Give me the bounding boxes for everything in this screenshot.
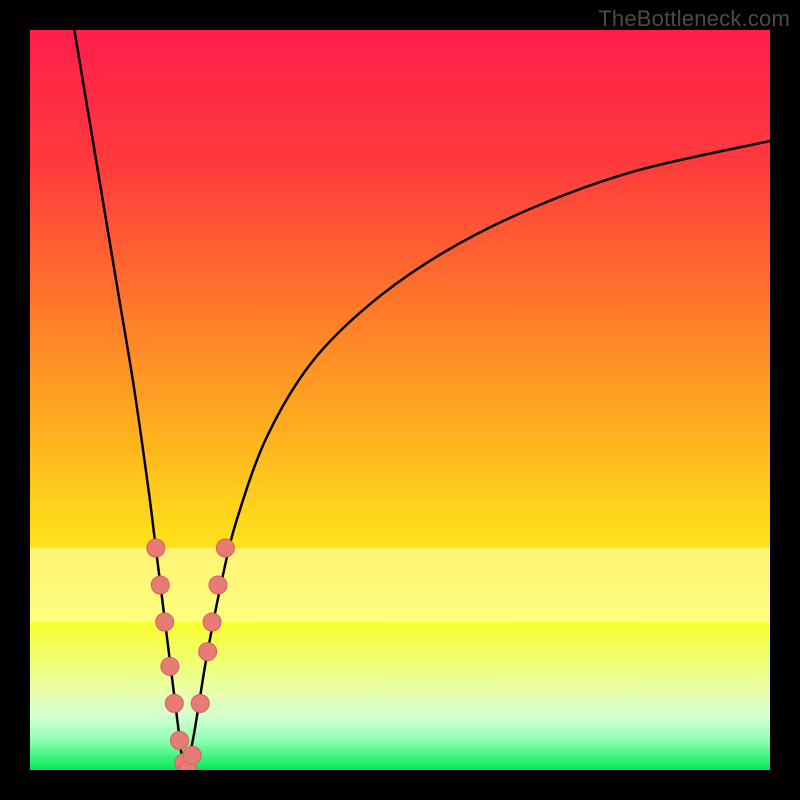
marker-point	[151, 576, 169, 594]
marker-point	[165, 694, 183, 712]
marker-point	[147, 539, 165, 557]
plot-area	[30, 30, 770, 770]
marker-point	[199, 643, 217, 661]
attribution-watermark: TheBottleneck.com	[598, 6, 790, 32]
gradient-background	[30, 30, 770, 770]
marker-point	[183, 746, 201, 764]
marker-point	[170, 731, 188, 749]
marker-point	[203, 613, 221, 631]
marker-point	[156, 613, 174, 631]
marker-point	[216, 539, 234, 557]
chart-svg	[30, 30, 770, 770]
marker-point	[209, 576, 227, 594]
chart-frame: TheBottleneck.com	[0, 0, 800, 800]
marker-point	[161, 657, 179, 675]
pale-band	[30, 548, 770, 622]
marker-point	[191, 694, 209, 712]
